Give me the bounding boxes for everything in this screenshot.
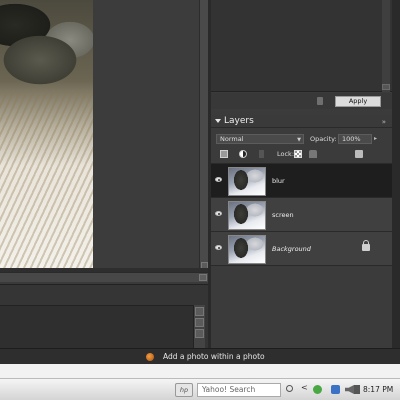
layer-row-screen[interactable]: screen [211,197,392,232]
new-layer-icon[interactable] [220,150,228,158]
palette-bin: Apply Layers » Normal ▼ Opacity: 100% ▸ … [211,0,392,348]
scroll-thumb[interactable] [195,318,204,327]
layer-thumbnail [228,201,266,230]
search-icon[interactable] [286,385,293,392]
lock-all-icon[interactable] [309,150,317,158]
effects-footer: Apply [211,93,392,109]
layer-row-background[interactable]: Background [211,231,392,266]
layer-thumbnail [228,235,266,264]
yahoo-search-input[interactable]: Yahoo! Search [197,383,281,397]
scroll-up-button[interactable] [195,307,204,316]
window-gap [0,364,400,378]
photo-detail [0,90,93,268]
project-bin-content [0,305,193,348]
delete-layer-icon[interactable] [355,150,363,158]
opacity-slider-arrow-icon[interactable]: ▸ [374,135,377,142]
project-bin-scrollbar[interactable] [193,305,205,348]
canvas-background [93,0,199,268]
effects-scrollbar[interactable] [382,0,390,92]
tray-expand-icon[interactable]: < [301,383,308,392]
tray-app-icon[interactable] [313,385,322,394]
effects-panel [211,0,392,92]
layer-thumbnail [228,167,266,196]
taskbar: hp Yahoo! Search < 8:17 PM [0,378,400,400]
canvas-vertical-scrollbar[interactable] [199,0,208,270]
blend-mode-value: Normal [220,135,244,143]
chevron-down-icon: ▼ [297,137,301,143]
hp-logo-icon[interactable]: hp [175,383,193,397]
layers-panel-header[interactable]: Layers » [211,115,392,128]
tip-orb-icon [146,353,154,361]
blend-mode-select[interactable]: Normal ▼ [216,134,304,144]
visibility-eye-icon[interactable] [215,245,222,250]
layer-name: screen [272,211,294,219]
lock-transparency-icon[interactable] [294,150,302,158]
trash-icon[interactable] [317,97,323,105]
link-layers-icon[interactable] [259,150,264,158]
lock-label: Lock: [277,150,295,158]
canvas-horizontal-scrollbar[interactable] [0,272,208,282]
bluetooth-icon[interactable] [331,385,340,394]
document-image[interactable] [0,0,93,268]
layers-panel-title: Layers [224,116,254,126]
window-edge [392,0,400,348]
scroll-down-button[interactable] [195,329,204,338]
scroll-down-button[interactable] [382,84,390,90]
layer-name: blur [272,177,285,185]
speaker-icon[interactable] [345,385,354,394]
layer-name: Background [272,245,311,253]
apply-button[interactable]: Apply [335,96,381,107]
collapse-triangle-icon[interactable] [215,119,221,123]
layer-options-row: Normal ▼ Opacity: 100% ▸ [211,134,392,145]
layers-toolbar: Lock: [211,148,392,160]
layers-empty-area [211,265,392,345]
taskbar-clock[interactable]: 8:17 PM [363,385,393,394]
status-tip[interactable]: Add a photo within a photo [163,352,265,361]
visibility-eye-icon[interactable] [215,211,222,216]
adjustment-layer-icon[interactable] [239,150,247,158]
layer-row-blur[interactable]: blur [211,163,392,198]
opacity-label: Opacity: [310,135,337,143]
network-icon[interactable] [354,385,360,394]
project-bin [0,284,208,348]
lock-icon [362,240,370,251]
scroll-right-button[interactable] [199,274,207,281]
panel-menu-icon[interactable]: » [382,118,386,126]
visibility-eye-icon[interactable] [215,177,222,182]
status-bar: Add a photo within a photo [0,348,400,364]
opacity-field[interactable]: 100% [338,134,372,144]
